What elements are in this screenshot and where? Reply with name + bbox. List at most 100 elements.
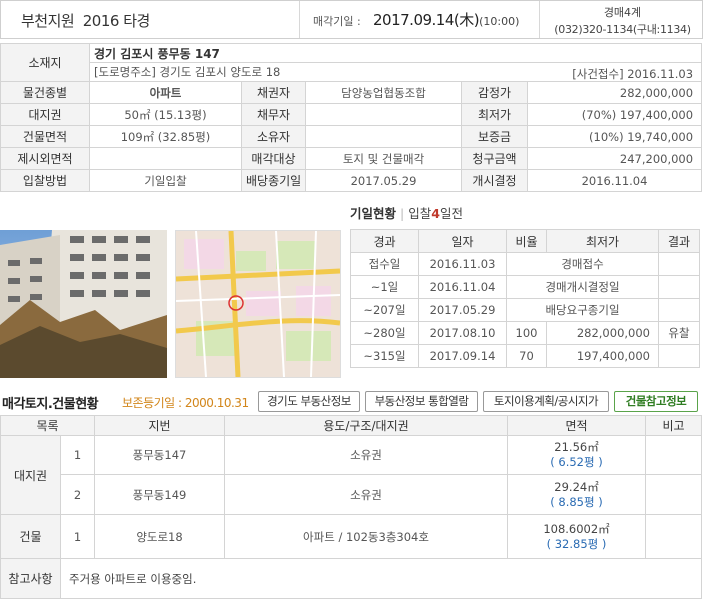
- row-area: 29.24㎡( 8.85평 ): [507, 474, 646, 515]
- row-area: 21.56㎡( 6.52평 ): [507, 435, 646, 475]
- road-address: [도로명주소] 경기도 김포시 양도로 18 [사건접수] 2016.11.03: [88, 62, 703, 82]
- land-rights-label: 대지권: [0, 103, 90, 126]
- address: 경기 김포시 풍무동 147: [88, 43, 703, 63]
- bid-date: 2017.05.29: [418, 298, 507, 322]
- property-type-label: 물건종별: [0, 81, 90, 104]
- row-use: 아파트 / 102동3층304호: [224, 514, 508, 559]
- col-min-price: 최저가: [546, 229, 659, 253]
- dividend-deadline-label: 배당종기일: [241, 169, 306, 192]
- bid-price: 경매접수: [506, 252, 659, 276]
- claim-amount-value: 247,200,000: [526, 147, 703, 170]
- location-map[interactable]: [175, 230, 341, 378]
- row-remarks: [645, 435, 702, 475]
- col-use: 용도/구조/대지권: [224, 415, 508, 436]
- bid-price: 경매개시결정일: [506, 275, 659, 299]
- start-decision-value: 2016.11.04: [526, 169, 703, 192]
- appraisal-value: 282,000,000: [526, 81, 703, 104]
- bid-price: 배당요구종기일: [506, 298, 659, 322]
- row-remarks: [645, 474, 702, 515]
- sale-target-label: 매각대상: [241, 147, 306, 170]
- bid-row: ~207일 2017.05.29 배당요구종기일: [350, 298, 700, 322]
- court-title: 부천지원 2016 타경: [21, 12, 150, 30]
- col-remarks: 비고: [645, 415, 702, 436]
- auction-date: 2017.09.14(木)(10:00): [373, 11, 520, 29]
- bid-method-value: 기일입찰: [89, 169, 242, 192]
- building-reference-info-button[interactable]: 건물참고정보: [614, 391, 698, 412]
- location-label: 소재지: [0, 43, 90, 82]
- bid-result: [658, 344, 700, 368]
- bid-price: 282,000,000: [546, 321, 659, 345]
- row-no: 1: [60, 435, 95, 475]
- row-use: 소유권: [224, 435, 508, 475]
- bid-date: 2017.08.10: [418, 321, 507, 345]
- case-received-date: [사건접수] 2016.11.03: [572, 67, 694, 81]
- building-area-value: 109㎡ (32.85평): [89, 125, 242, 148]
- bid-result: [658, 275, 700, 299]
- deposit-value: (10%) 19,740,000: [526, 125, 703, 148]
- note-text: 주거용 아파트로 이용중임.: [60, 558, 702, 599]
- bid-method-label: 입찰방법: [0, 169, 90, 192]
- deposit-label: 보증금: [461, 125, 528, 148]
- land-rights-value: 50㎡ (15.13평): [89, 103, 242, 126]
- note-label: 참고사항: [0, 558, 61, 599]
- col-lot: 지번: [94, 415, 225, 436]
- info-row: 입찰방법 기일입찰 배당종기일 2017.05.29 개시결정 2016.11.04: [0, 169, 703, 192]
- bid-header-row: 경과 일자 비율 최저가 결과: [350, 229, 700, 253]
- col-elapsed: 경과: [350, 229, 419, 253]
- owner-label: 소유자: [241, 125, 306, 148]
- gyeonggi-real-estate-info-button[interactable]: 경기도 부동산정보: [258, 391, 360, 412]
- start-decision-label: 개시결정: [461, 169, 528, 192]
- col-ratio: 비율: [506, 229, 547, 253]
- court-department: 경매4계: [603, 6, 642, 19]
- col-result: 결과: [658, 229, 700, 253]
- bid-status-title: 기일현황 | 입찰4일전: [350, 206, 463, 221]
- row-use: 소유권: [224, 474, 508, 515]
- bid-row: ~1일 2016.11.04 경매개시결정일: [350, 275, 700, 299]
- auction-time: (10:00): [479, 15, 520, 28]
- bid-elapsed: ~280일: [350, 321, 419, 345]
- row-lot: 풍무동147: [94, 435, 225, 475]
- bid-elapsed: ~207일: [350, 298, 419, 322]
- info-row: 물건종별 아파트 채권자 담양농업협동조합 감정가 282,000,000: [0, 81, 703, 104]
- bid-row: ~280일 2017.08.10 100 282,000,000 유찰: [350, 321, 700, 345]
- owner-value: [305, 125, 462, 148]
- real-estate-integrated-view-button[interactable]: 부동산정보 통합열람: [365, 391, 478, 412]
- sale-target-value: 토지 및 건물매각: [305, 147, 462, 170]
- info-row: 대지권 50㎡ (15.13평) 채무자 최저가 (70%) 197,400,000: [0, 103, 703, 126]
- land-use-plan-button[interactable]: 토지이용계획/공시지가: [483, 391, 609, 412]
- bid-row: 접수일 2016.11.03 경매접수: [350, 252, 700, 276]
- bid-history-table: 경과 일자 비율 최저가 결과 접수일 2016.11.03 경매접수 ~1일 2016.11.0…: [350, 229, 700, 368]
- bid-date: 2016.11.03: [418, 252, 507, 276]
- col-area: 면적: [507, 415, 646, 436]
- col-date: 일자: [418, 229, 507, 253]
- days-remaining: 4: [431, 206, 440, 221]
- info-row: 제시외면적 매각대상 토지 및 건물매각 청구금액 247,200,000: [0, 147, 703, 170]
- building-group: 건물: [0, 514, 61, 559]
- bid-date: 2017.09.14: [418, 344, 507, 368]
- row-lot: 양도로18: [94, 514, 225, 559]
- dividend-deadline-value: 2017.05.29: [305, 169, 462, 192]
- bid-result: [658, 298, 700, 322]
- bid-elapsed: 접수일: [350, 252, 419, 276]
- min-price-label: 최저가: [461, 103, 528, 126]
- extra-area-label: 제시외면적: [0, 147, 90, 170]
- min-price-value: (70%) 197,400,000: [526, 103, 703, 126]
- row-area: 108.6002㎡( 32.85평 ): [507, 514, 646, 559]
- bid-elapsed: ~1일: [350, 275, 419, 299]
- preservation-registry-date: 보존등기일 : 2000.10.31: [122, 396, 249, 410]
- court-phone: (032)320-1134(구내:1134): [554, 23, 691, 36]
- row-no: 1: [60, 514, 95, 559]
- extra-area-value: [89, 147, 242, 170]
- property-info-table: 소재지 경기 김포시 풍무동 147 [도로명주소] 경기도 김포시 양도로 1…: [0, 43, 703, 192]
- bid-row: ~315일 2017.09.14 70 197,400,000: [350, 344, 700, 368]
- debtor-value: [305, 103, 462, 126]
- bid-ratio: 100: [506, 321, 547, 345]
- creditor-label: 채권자: [241, 81, 306, 104]
- land-building-title: 매각토지.건물현황: [2, 397, 99, 412]
- bid-result: [658, 252, 700, 276]
- property-photo[interactable]: [0, 230, 167, 378]
- row-no: 2: [60, 474, 95, 515]
- land-building-table: 목록 지번 용도/구조/대지권 면적 비고 대지권 1 풍무동147 소유권 2…: [0, 415, 702, 599]
- land-rights-group: 대지권: [0, 435, 61, 515]
- appraisal-label: 감정가: [461, 81, 528, 104]
